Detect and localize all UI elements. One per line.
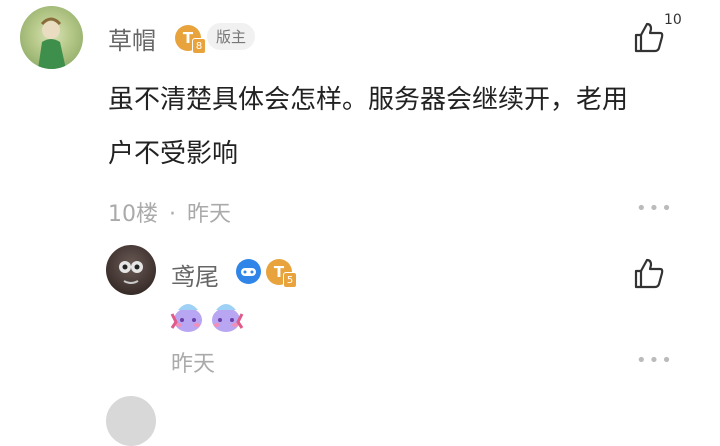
like-count: 10 xyxy=(664,12,682,28)
like-button[interactable] xyxy=(632,20,668,54)
thumbs-up-icon xyxy=(634,22,664,53)
reply-like-button[interactable] xyxy=(632,256,668,290)
username[interactable]: 草帽 xyxy=(108,21,156,56)
reply-level-sub-text: 5 xyxy=(286,274,294,286)
thumbs-up-icon xyxy=(634,258,664,289)
comment-time: 昨天 xyxy=(187,202,232,227)
game-badge-icon xyxy=(236,259,261,284)
reply-more-options-icon[interactable]: ••• xyxy=(636,350,674,371)
level-sub-text: 8 xyxy=(195,40,203,52)
avatar-image xyxy=(38,17,66,69)
floor-label: 10楼 xyxy=(108,202,158,227)
level-sub-badge: 8 xyxy=(192,38,206,54)
reply-level-sub-badge: 5 xyxy=(283,272,297,288)
comment-text-line-2: 户不受影响 xyxy=(108,139,239,169)
comment-meta: 10楼 · 昨天 xyxy=(108,196,231,228)
role-badge: 版主 xyxy=(207,23,255,50)
meta-separator: · xyxy=(169,202,176,227)
gamepad-icon xyxy=(241,267,256,276)
reply-time: 昨天 xyxy=(171,352,216,377)
reply-avatar[interactable] xyxy=(106,245,156,295)
comment-text-line-1: 虽不清楚具体会怎样。服务器会继续开，老用 xyxy=(108,85,629,115)
reply-emoji-stickers xyxy=(170,300,246,334)
cute-face-emoji-icon xyxy=(170,304,244,332)
reply-avatar-image xyxy=(119,261,143,284)
reply-username[interactable]: 鸢尾 xyxy=(171,257,219,292)
avatar[interactable] xyxy=(20,6,83,69)
more-options-icon[interactable]: ••• xyxy=(636,198,674,219)
role-badge-text: 版主 xyxy=(215,28,246,46)
